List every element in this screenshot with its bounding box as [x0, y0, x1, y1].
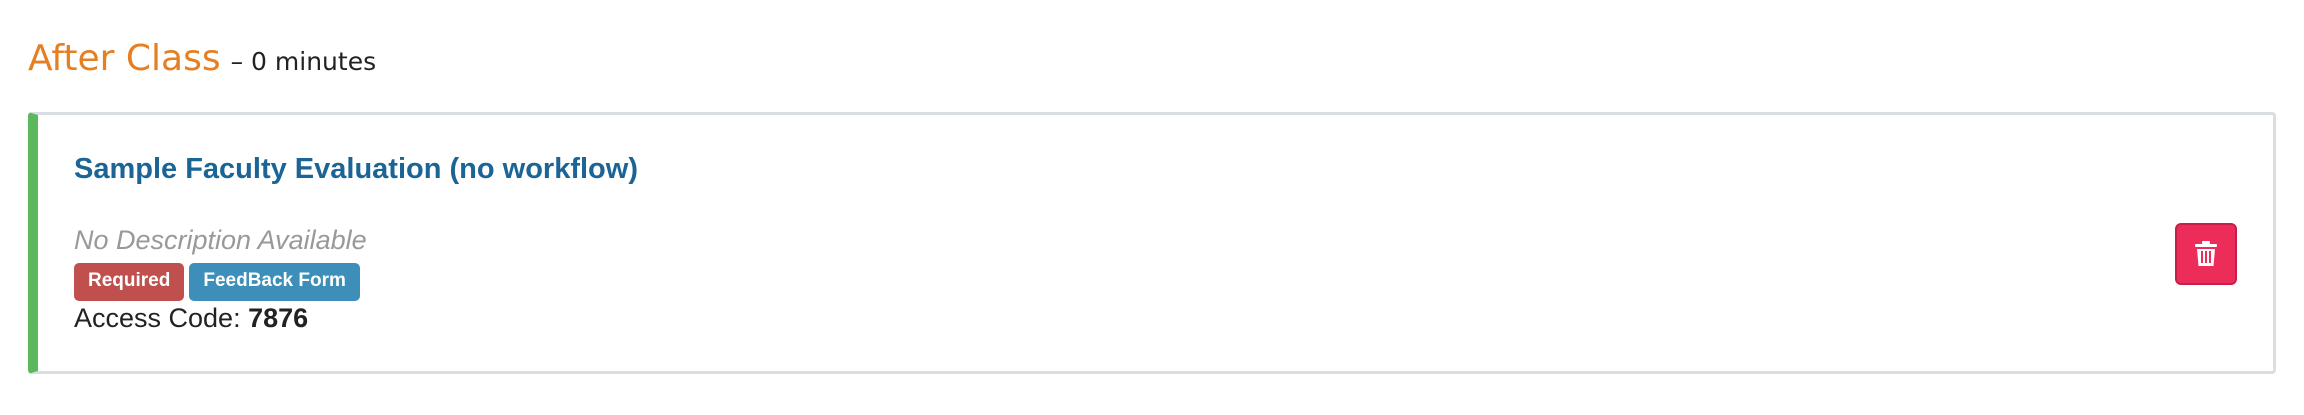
trash-icon	[2195, 241, 2217, 267]
activity-title-link[interactable]: Sample Faculty Evaluation (no workflow)	[74, 153, 638, 186]
section-duration: – 0 minutes	[230, 47, 377, 76]
section-title: After Class	[28, 38, 221, 79]
badge-group: Required FeedBack Form	[74, 263, 360, 301]
required-badge: Required	[74, 263, 185, 301]
page: After Class – 0 minutes Sample Faculty E…	[0, 0, 2304, 415]
form-type-badge: FeedBack Form	[189, 263, 360, 301]
access-code-label: Access Code:	[74, 303, 249, 333]
access-code: Access Code: 7876	[74, 303, 308, 334]
activity-description: No Description Available	[74, 225, 367, 255]
delete-button[interactable]	[2175, 223, 2237, 285]
section-header: After Class – 0 minutes	[28, 38, 376, 79]
activity-card: Sample Faculty Evaluation (no workflow) …	[28, 112, 2276, 374]
access-code-value: 7876	[248, 303, 309, 333]
